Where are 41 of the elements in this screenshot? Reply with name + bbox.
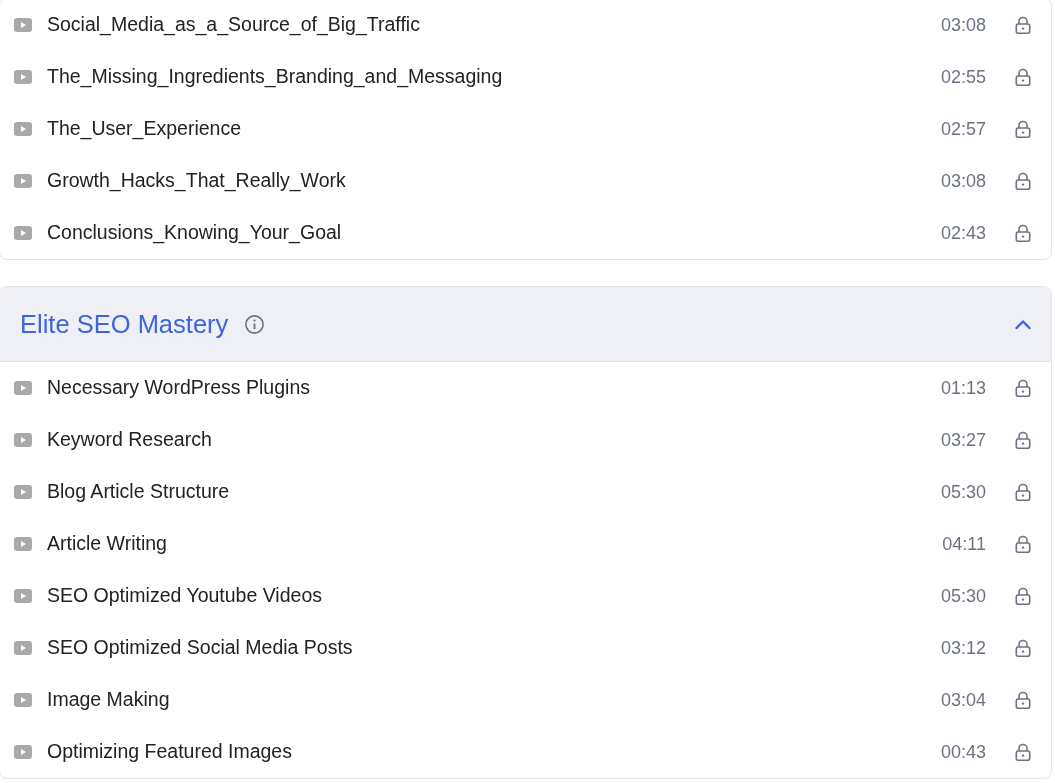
- lesson-duration: 03:12: [940, 636, 986, 660]
- lesson-title: Social_Media_as_a_Source_of_Big_Traffic: [47, 12, 420, 38]
- lesson-title: Necessary WordPress Plugins: [47, 375, 310, 401]
- lesson-title: Conclusions_Knowing_Your_Goal: [47, 220, 342, 246]
- lesson-title: Optimizing Featured Images: [47, 739, 292, 765]
- lesson-title: The_User_Experience: [47, 116, 242, 142]
- lesson-title: Keyword Research: [47, 427, 212, 453]
- play-icon: [14, 693, 32, 707]
- lesson-duration: 00:43: [940, 740, 986, 764]
- lesson-title: Article Writing: [47, 531, 167, 557]
- play-icon: [14, 745, 32, 759]
- lesson-duration: 01:13: [940, 376, 986, 400]
- lesson-title: Blog Article Structure: [47, 479, 230, 505]
- play-icon: [14, 537, 32, 551]
- play-icon: [14, 433, 32, 447]
- play-icon: [14, 70, 32, 84]
- lesson-title: SEO Optimized Youtube Videos: [47, 583, 322, 609]
- play-icon: [14, 381, 32, 395]
- lesson-duration: 05:30: [940, 584, 986, 608]
- lesson-duration: 04:11: [942, 532, 986, 556]
- play-icon: [14, 641, 32, 655]
- lesson-duration: 03:08: [940, 169, 986, 193]
- lesson-duration: 02:43: [940, 221, 986, 245]
- play-icon: [14, 589, 32, 603]
- lesson-title: The_Missing_Ingredients_Branding_and_Messaging: [47, 64, 503, 90]
- play-icon: [14, 174, 32, 188]
- play-icon: [14, 226, 32, 240]
- lesson-title: Image Making: [47, 687, 170, 713]
- play-icon: [14, 122, 32, 136]
- lesson-duration: 02:57: [940, 117, 986, 141]
- lesson-duration: 05:30: [940, 480, 986, 504]
- lesson-duration: 03:27: [940, 428, 986, 452]
- lesson-duration: 03:04: [940, 688, 986, 712]
- play-icon: [14, 485, 32, 499]
- play-icon: [14, 18, 32, 32]
- lesson-duration: 03:08: [940, 13, 986, 37]
- lesson-title: SEO Optimized Social Media Posts: [47, 635, 353, 661]
- section-header[interactable]: Elite SEO Mastery: [0, 287, 1051, 362]
- lesson-title: Growth_Hacks_That_Really_Work: [47, 168, 346, 194]
- lesson-duration: 02:55: [940, 65, 986, 89]
- info-icon: [245, 314, 265, 334]
